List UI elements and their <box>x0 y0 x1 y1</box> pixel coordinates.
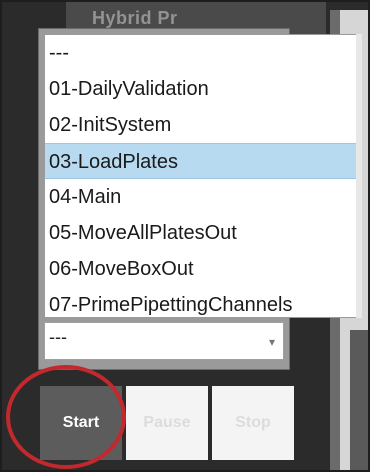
chevron-down-icon[interactable]: ▾ <box>269 335 275 349</box>
dropdown-option[interactable]: 01-DailyValidation <box>45 71 361 107</box>
dropdown-option-selected[interactable]: 03-LoadPlates <box>45 143 361 179</box>
stop-button[interactable]: Stop <box>212 386 294 460</box>
dropdown-option[interactable]: 02-InitSystem <box>45 107 361 143</box>
method-combo[interactable]: --- ▾ <box>44 322 284 360</box>
window-title: Hybrid Pr <box>92 8 178 28</box>
combo-value: --- <box>49 327 67 347</box>
dropdown-option[interactable]: 04-Main <box>45 179 361 215</box>
start-button[interactable]: Start <box>40 386 122 460</box>
dropdown-option[interactable]: 06-MoveBoxOut <box>45 251 361 287</box>
pause-button[interactable]: Pause <box>126 386 208 460</box>
dropdown-scrollbar[interactable] <box>356 34 362 318</box>
dropdown-option[interactable]: 05-MoveAllPlatesOut <box>45 215 361 251</box>
right-panel-dark <box>350 330 370 472</box>
method-dropdown-list[interactable]: --- 01-DailyValidation 02-InitSystem 03-… <box>44 34 362 318</box>
dropdown-option[interactable]: 07-PrimePipettingChannels <box>45 287 361 317</box>
dropdown-option[interactable]: --- <box>45 35 361 71</box>
